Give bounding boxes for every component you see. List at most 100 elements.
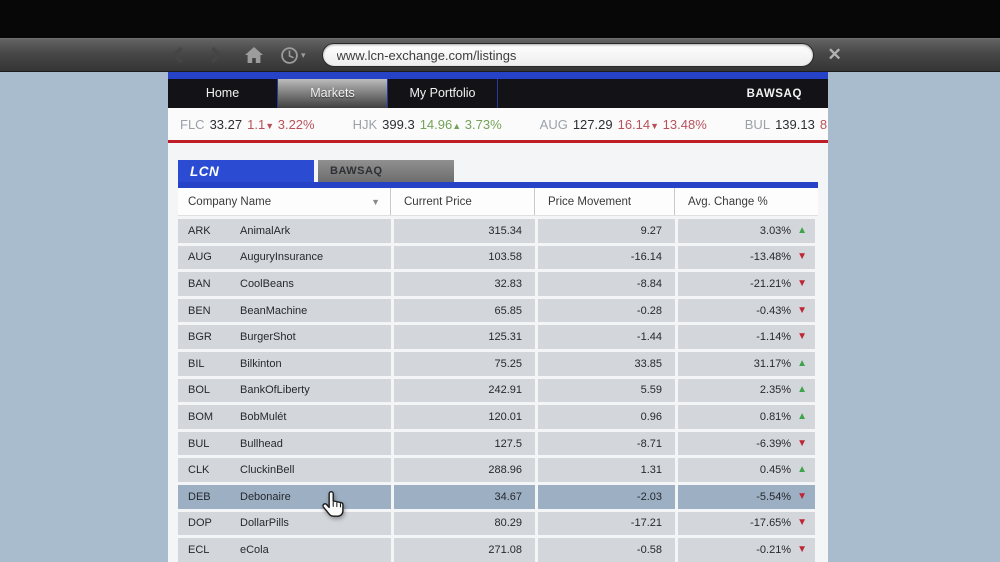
table-row-ben[interactable]: BENBeanMachine65.85-0.28-0.43%▼ (178, 299, 818, 323)
hand-cursor (320, 490, 346, 522)
company-name: eCola (240, 544, 269, 556)
table-row-ecl[interactable]: ECLeCola271.08-0.58-0.21%▼ (178, 538, 818, 562)
forward-button[interactable] (206, 45, 226, 65)
price-movement-cell: 5.59 (538, 379, 675, 403)
stock-symbol: BGR (188, 331, 230, 343)
company-name: BobMulét (240, 411, 286, 423)
table-row-bul[interactable]: BULBullhead127.5-8.71-6.39%▼ (178, 432, 818, 456)
stock-symbol: BAN (188, 278, 230, 290)
down-triangle-icon: ▼ (797, 252, 807, 262)
company-cell: ECLeCola (178, 538, 391, 562)
avg-change-value: -1.14% (756, 331, 791, 343)
close-button[interactable]: ✕ (828, 45, 842, 65)
exchange-tab-lcn[interactable]: LCN (178, 160, 314, 182)
current-price-cell: 242.91 (394, 379, 535, 403)
company-cell: BOM BobMulét (178, 405, 391, 429)
company-name: Debonaire (240, 491, 291, 503)
page-background: HomeMarketsMy Portfolio BAWSAQ FLC33.271… (0, 72, 1000, 562)
company-name: Bilkinton (240, 358, 282, 370)
down-triangle-icon: ▼ (797, 518, 807, 528)
exchange-tab-bawsaq[interactable]: BAWSAQ (318, 160, 454, 182)
ticker-item-aug[interactable]: AUG127.2916.14▼ 13.48% (540, 117, 707, 132)
table-row-deb[interactable]: DEBDebonaire34.67-2.03-5.54%▼ (178, 485, 818, 509)
column-header-company-name[interactable]: Company Name ▼ (178, 188, 391, 215)
ticker-change-value: 16.14 (618, 117, 651, 132)
ticker-change-value: 8.71 (820, 117, 828, 132)
letterbox-top (0, 0, 1000, 38)
company-name: CoolBeans (240, 278, 294, 290)
back-button[interactable] (168, 45, 188, 65)
current-price-cell: 80.29 (394, 512, 535, 536)
stock-symbol: BOM (188, 411, 230, 423)
avg-change-value: -5.54% (756, 491, 791, 503)
company-name: BankOfLiberty (240, 384, 310, 396)
stock-symbol: DOP (188, 517, 230, 529)
avg-change-value: -0.43% (756, 305, 791, 317)
down-triangle-icon: ▼ (265, 121, 274, 131)
current-price-cell: 32.83 (394, 272, 535, 296)
table-row-aug[interactable]: AUGAuguryInsurance103.58-16.14-13.48%▼ (178, 246, 818, 270)
company-cell: BOLBankOfLiberty (178, 379, 391, 403)
avg-change-cell: -1.14% ▼ (678, 325, 815, 349)
table-row-dop[interactable]: DOPDollarPills80.29-17.21-17.65%▼ (178, 512, 818, 536)
up-triangle-icon: ▲ (797, 359, 807, 369)
avg-change-cell: -0.43%▼ (678, 299, 815, 323)
price-movement-cell: -1.44 (538, 325, 675, 349)
column-label: Company Name (188, 196, 271, 208)
nav-tab-home[interactable]: Home (168, 79, 278, 108)
browser-toolbar: ▾ www.lcn-exchange.com/listings ✕ (0, 38, 1000, 72)
website: HomeMarketsMy Portfolio BAWSAQ FLC33.271… (168, 72, 828, 562)
down-triangle-icon: ▼ (797, 332, 807, 342)
company-name: AnimalArk (240, 225, 290, 237)
table-row-bgr[interactable]: BGRBurgerShot125.31-1.44-1.14%▼ (178, 325, 818, 349)
table-row-ark[interactable]: ARKAnimalArk315.349.273.03%▲ (178, 219, 818, 243)
home-button[interactable] (244, 46, 264, 64)
down-triangle-icon: ▼ (650, 121, 659, 131)
url-bar[interactable]: www.lcn-exchange.com/listings (322, 43, 814, 67)
table-row-ban[interactable]: BANCoolBeans32.83-8.84-21.21%▼ (178, 272, 818, 296)
price-movement-cell: 0.96 (538, 405, 675, 429)
sort-icon: ▼ (371, 197, 380, 207)
ticker-change-value: 1.1 (247, 117, 265, 132)
column-label: Avg. Change % (688, 196, 768, 208)
avg-change-value: -6.39% (756, 438, 791, 450)
stock-symbol: CLK (188, 464, 230, 476)
price-movement-cell: 33.85 (538, 352, 675, 376)
table-row-bil[interactable]: BILBilkinton75.2533.8531.17%▲ (178, 352, 818, 376)
avg-change-cell: -5.54%▼ (678, 485, 815, 509)
stock-symbol: AUG (188, 251, 230, 263)
avg-change-value: -13.48% (750, 251, 791, 263)
exchange-tabs: LCNBAWSAQ (178, 160, 818, 182)
chevron-right-icon (207, 46, 225, 64)
company-cell: BGR BurgerShot (178, 325, 391, 349)
ticker-item-flc[interactable]: FLC33.271.1▼ 3.22% (180, 117, 315, 132)
nav-tab-my-portfolio[interactable]: My Portfolio (388, 79, 498, 108)
table-row-bom[interactable]: BOMBobMulét120.010.960.81%▲ (178, 405, 818, 429)
current-price-cell: 103.58 (394, 246, 535, 270)
chevron-left-icon (169, 46, 187, 64)
ticker-item-bul[interactable]: BUL139.138.71▼ 6.39% (745, 117, 828, 132)
ticker-change: 14.96▲ 3.73% (420, 117, 502, 132)
company-cell: BULBullhead (178, 432, 391, 456)
history-button[interactable]: ▾ (280, 46, 306, 65)
avg-change-value: 3.03% (760, 225, 791, 237)
company-name: BurgerShot (240, 331, 296, 343)
avg-change-cell: 31.17%▲ (678, 352, 815, 376)
price-movement-cell: -0.58 (538, 538, 675, 562)
ticker-bar: FLC33.271.1▼ 3.22%HJK399.314.96▲ 3.73%AU… (168, 108, 828, 143)
up-triangle-icon: ▲ (797, 226, 807, 236)
down-triangle-icon: ▼ (797, 545, 807, 555)
nav-tab-markets[interactable]: Markets (278, 79, 388, 108)
clock-icon (280, 46, 299, 65)
company-name: Bullhead (240, 438, 283, 450)
column-header-price-movement: Price Movement (538, 188, 675, 215)
ticker-symbol: FLC (180, 117, 205, 132)
up-triangle-icon: ▲ (797, 465, 807, 475)
company-cell: CLKCluckinBell (178, 458, 391, 482)
ticker-change: 1.1▼ 3.22% (247, 117, 314, 132)
table-row-bol[interactable]: BOLBankOfLiberty242.915.592.35%▲ (178, 379, 818, 403)
table-row-clk[interactable]: CLKCluckinBell288.961.310.45%▲ (178, 458, 818, 482)
ticker-item-hjk[interactable]: HJK399.314.96▲ 3.73% (353, 117, 502, 132)
ticker-price: 127.29 (573, 117, 613, 132)
history-caret-icon: ▾ (301, 50, 306, 61)
